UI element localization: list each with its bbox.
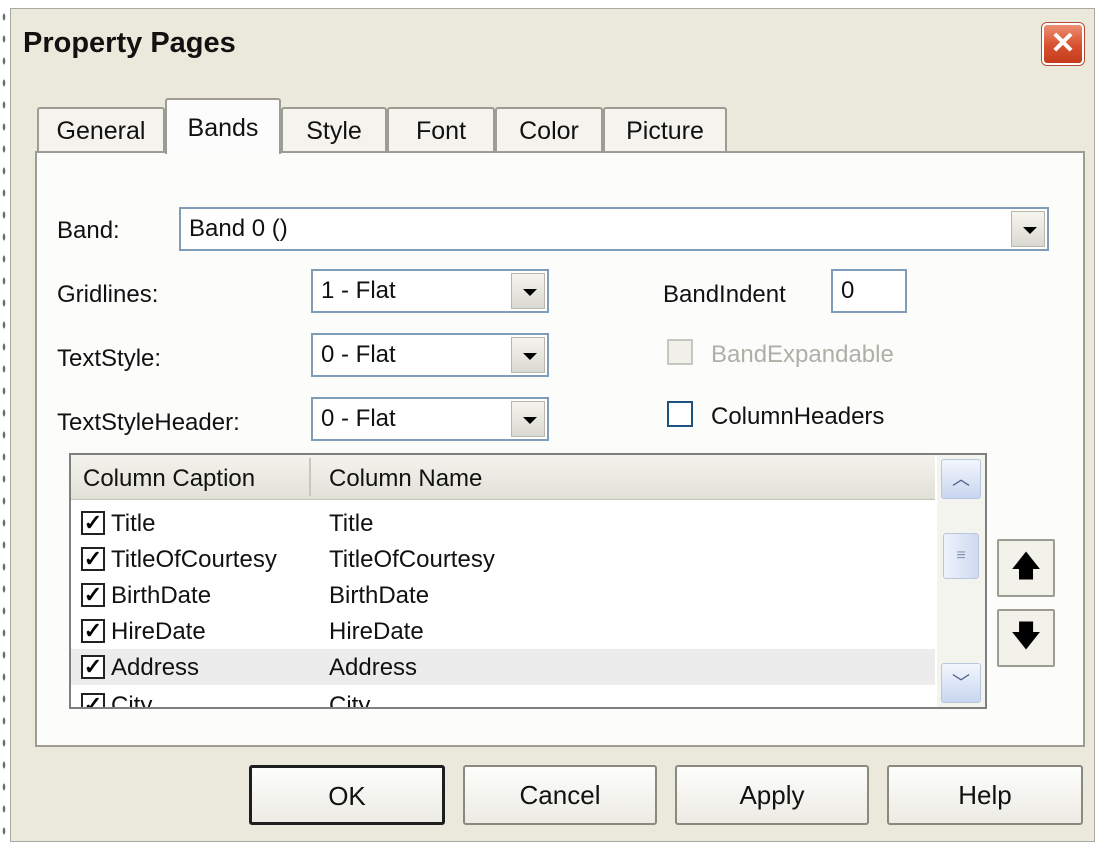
tab-picture[interactable]: Picture: [603, 107, 727, 153]
column-name-cell: TitleOfCourtesy: [329, 546, 495, 573]
list-item[interactable]: ✓ TitleOfCourtesy TitleOfCourtesy: [71, 541, 935, 577]
tab-general[interactable]: General: [37, 107, 165, 153]
ok-button[interactable]: OK: [249, 765, 445, 825]
move-down-button[interactable]: 🡇: [997, 609, 1055, 667]
textstyleheader-dropdown[interactable]: 0 - Flat: [311, 397, 549, 441]
tab-font[interactable]: Font: [387, 107, 495, 153]
gridlines-dropdown[interactable]: 1 - Flat: [311, 269, 549, 313]
list-item[interactable]: ✓ City City: [71, 687, 935, 709]
band-value: Band 0 (): [189, 215, 288, 242]
apply-button[interactable]: Apply: [675, 765, 869, 825]
tab-bands[interactable]: Bands: [165, 98, 281, 154]
chevron-up-icon: ︿: [952, 469, 970, 489]
chevron-down-icon: ﹀: [952, 673, 970, 693]
list-scrollbar[interactable]: ︿ ≡ ﹀: [937, 455, 985, 707]
bandindent-label: BandIndent: [663, 281, 786, 308]
textstyleheader-label: TextStyleHeader:: [57, 409, 240, 436]
textstyleheader-value: 0 - Flat: [321, 405, 396, 432]
tab-color[interactable]: Color: [495, 107, 603, 153]
bandexpandable-checkbox[interactable]: [667, 339, 693, 365]
list-item[interactable]: ✓ BirthDate BirthDate: [71, 577, 935, 613]
bandindent-input[interactable]: 0: [831, 269, 907, 313]
row-checkbox[interactable]: ✓: [81, 547, 105, 571]
column-caption-header[interactable]: Column Caption: [83, 465, 255, 493]
column-name-header[interactable]: Column Name: [329, 465, 482, 493]
grip-icon: ≡: [956, 547, 966, 564]
chevron-down-icon[interactable]: [1011, 211, 1045, 247]
row-checkbox[interactable]: ✓: [81, 655, 105, 679]
header-divider[interactable]: [309, 458, 311, 496]
band-label: Band:: [57, 217, 120, 244]
property-pages-dialog: Property Pages ✕ General Bands Style Fon…: [10, 8, 1095, 842]
list-header: Column Caption Column Name: [71, 455, 935, 500]
row-checkbox[interactable]: ✓: [81, 693, 105, 707]
close-button[interactable]: ✕: [1042, 23, 1084, 65]
columnheaders-checkbox[interactable]: [667, 401, 693, 427]
list-item-selected[interactable]: ✓ Address Address: [71, 649, 935, 685]
cancel-button[interactable]: Cancel: [463, 765, 657, 825]
column-caption-cell: BirthDate: [111, 582, 212, 609]
bandexpandable-label: BandExpandable: [711, 341, 894, 368]
column-name-cell: BirthDate: [329, 582, 430, 609]
chevron-down-icon[interactable]: [511, 337, 545, 373]
column-name-cell: City: [329, 692, 371, 709]
title-bar[interactable]: Property Pages ✕: [11, 9, 1094, 83]
textstyle-value: 0 - Flat: [321, 341, 396, 368]
band-dropdown[interactable]: Band 0 (): [179, 207, 1049, 251]
scroll-thumb[interactable]: ≡: [943, 533, 979, 579]
background-dotted-edge: [0, 0, 8, 846]
columnheaders-label: ColumnHeaders: [711, 403, 885, 430]
chevron-down-icon[interactable]: [511, 401, 545, 437]
arrow-up-icon: 🡅: [1010, 550, 1042, 583]
bands-tab-panel: Band: Band 0 () Gridlines: 1 - Flat Text…: [35, 151, 1085, 747]
columns-list[interactable]: Column Caption Column Name ✓ Title Title…: [69, 453, 987, 709]
gridlines-value: 1 - Flat: [321, 277, 396, 304]
column-caption-cell: HireDate: [111, 618, 206, 645]
scroll-up-button[interactable]: ︿: [941, 459, 981, 499]
help-button[interactable]: Help: [887, 765, 1083, 825]
column-caption-cell: Address: [111, 654, 200, 681]
column-name-cell: Title: [329, 510, 374, 537]
column-caption-cell: City: [111, 692, 153, 709]
textstyle-dropdown[interactable]: 0 - Flat: [311, 333, 549, 377]
list-item[interactable]: ✓ HireDate HireDate: [71, 613, 935, 649]
column-caption-cell: Title: [111, 510, 156, 537]
arrow-down-icon: 🡇: [1010, 620, 1042, 653]
tab-style[interactable]: Style: [281, 107, 387, 153]
row-checkbox[interactable]: ✓: [81, 511, 105, 535]
scroll-down-button[interactable]: ﹀: [941, 663, 981, 703]
window-title: Property Pages: [23, 27, 236, 59]
column-name-cell: Address: [329, 654, 418, 681]
gridlines-label: Gridlines:: [57, 281, 159, 308]
column-name-cell: HireDate: [329, 618, 424, 645]
row-checkbox[interactable]: ✓: [81, 583, 105, 607]
close-icon: ✕: [1050, 27, 1076, 60]
chevron-down-icon[interactable]: [511, 273, 545, 309]
column-caption-cell: TitleOfCourtesy: [111, 546, 277, 573]
row-checkbox[interactable]: ✓: [81, 619, 105, 643]
list-item[interactable]: ✓ Title Title: [71, 505, 935, 541]
textstyle-label: TextStyle:: [57, 345, 162, 372]
move-up-button[interactable]: 🡅: [997, 539, 1055, 597]
